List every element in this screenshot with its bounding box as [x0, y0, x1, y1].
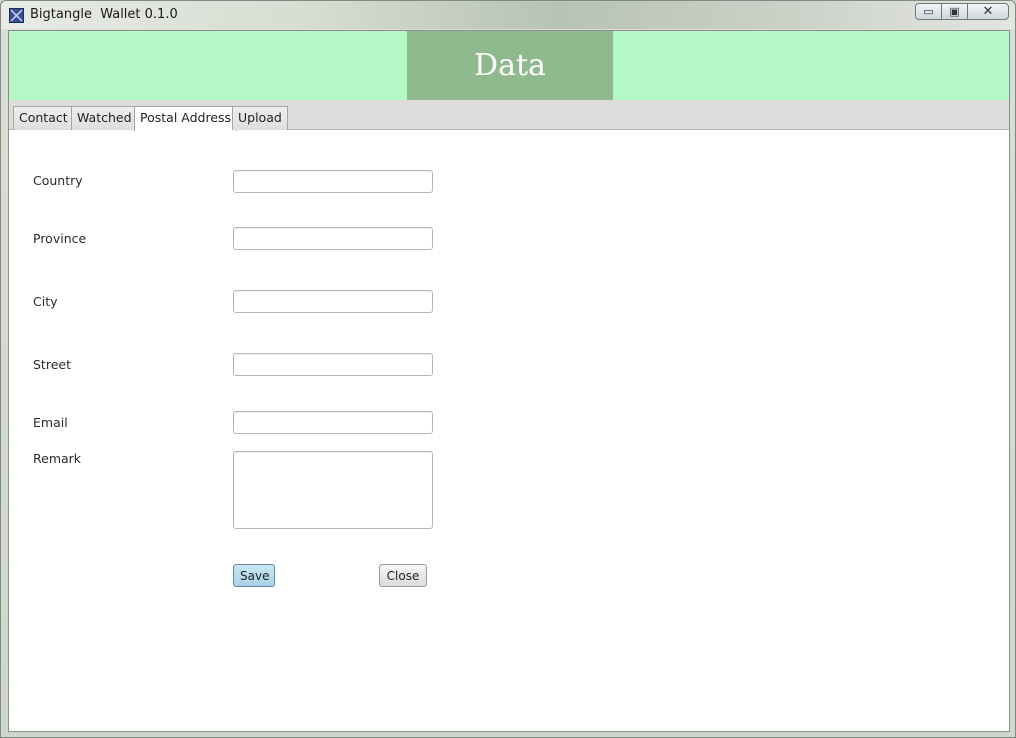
header-band: Data [9, 31, 1009, 100]
tab-watched[interactable]: Watched [71, 106, 138, 130]
close-button[interactable]: Close [379, 564, 427, 587]
province-field[interactable] [233, 227, 433, 250]
country-label: Country [33, 173, 83, 188]
app-window: Bigtangle Wallet 0.1.0 ▭ ▣ ✕ Data Contac… [0, 0, 1016, 738]
close-window-button[interactable]: ✕ [967, 3, 1009, 20]
email-label: Email [33, 415, 68, 430]
app-logo-icon [9, 8, 24, 23]
remark-field[interactable] [233, 451, 433, 529]
country-field[interactable] [233, 170, 433, 193]
title-bar[interactable]: Bigtangle Wallet 0.1.0 ▭ ▣ ✕ [1, 1, 1015, 29]
minimize-icon: ▭ [923, 5, 934, 18]
province-label: Province [33, 231, 87, 246]
window-title: Bigtangle Wallet 0.1.0 [30, 7, 178, 22]
tab-postal-address[interactable]: Postal Address [134, 106, 238, 131]
client-area: Data Contact Watched Postal Address Uplo… [8, 30, 1010, 732]
close-icon: ✕ [982, 4, 994, 19]
page-title: Data [474, 48, 546, 83]
street-label: Street [33, 357, 71, 372]
tab-upload[interactable]: Upload [232, 106, 288, 130]
maximize-button[interactable]: ▣ [941, 3, 968, 20]
save-button[interactable]: Save [233, 564, 275, 587]
remark-label: Remark [33, 451, 82, 466]
window-controls: ▭ ▣ ✕ [915, 3, 1009, 20]
header-title-box: Data [407, 31, 613, 100]
minimize-button[interactable]: ▭ [915, 3, 942, 20]
email-field[interactable] [233, 411, 433, 434]
tab-contact[interactable]: Contact [13, 106, 74, 130]
tab-bar: Contact Watched Postal Address Upload [9, 100, 1009, 131]
street-field[interactable] [233, 353, 433, 376]
city-label: City [33, 294, 58, 309]
maximize-icon: ▣ [949, 5, 960, 18]
city-field[interactable] [233, 290, 433, 313]
